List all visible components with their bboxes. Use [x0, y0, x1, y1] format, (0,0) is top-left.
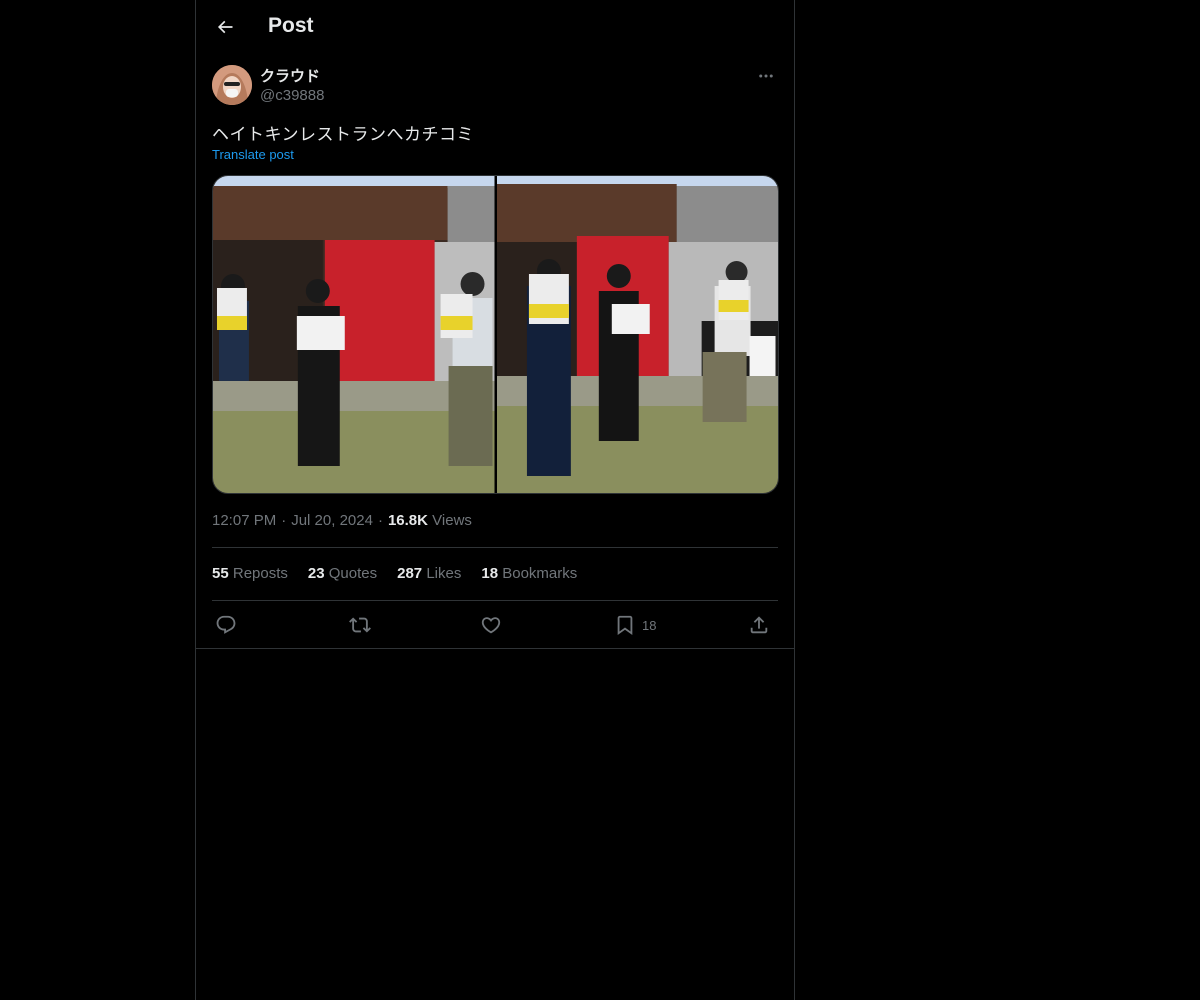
post-author: クラウド @c39888	[212, 64, 778, 108]
share-icon	[750, 616, 768, 634]
bookmark-count: 18	[642, 617, 657, 633]
heart-icon	[481, 617, 501, 634]
divider	[212, 547, 778, 548]
more-options-button[interactable]	[754, 64, 778, 88]
post-date[interactable]: Jul 20, 2024	[291, 512, 373, 529]
reply-button[interactable]	[215, 613, 237, 637]
like-button[interactable]	[480, 613, 502, 637]
back-button[interactable]	[209, 11, 241, 43]
photo-left[interactable]	[213, 176, 495, 493]
stat-label: Bookmarks	[502, 565, 578, 582]
bookmark-icon	[617, 615, 633, 636]
translate-post-link[interactable]: Translate post	[212, 147, 294, 162]
stat-number: 55	[212, 565, 229, 582]
stat-number: 287	[397, 565, 423, 582]
arrow-left-icon	[217, 20, 233, 34]
separator-dot: ·	[281, 512, 287, 529]
repost-button[interactable]	[349, 613, 371, 637]
stat-number: 18	[481, 565, 499, 582]
separator-dot: ·	[377, 512, 383, 529]
views-label: Views	[432, 512, 472, 529]
stat-likes[interactable]: 287 Likes	[397, 565, 461, 585]
action-bar: 18	[212, 610, 778, 640]
main-column: Post クラウド @c39888 ヘイトキンレストランへカチコミ Transl…	[195, 0, 795, 1000]
stat-bookmarks[interactable]: 18 Bookmarks	[481, 565, 577, 585]
stat-label: Reposts	[232, 565, 288, 582]
post-meta: 12:07 PM · Jul 20, 2024 · 16.8K Views	[212, 512, 472, 529]
views-count: 16.8K	[387, 512, 428, 529]
post-time[interactable]: 12:07 PM	[212, 512, 276, 529]
post-text: ヘイトキンレストランへカチコミ	[212, 125, 474, 144]
page-title: Post	[268, 14, 314, 37]
stat-quotes[interactable]: 23 Quotes	[308, 565, 377, 585]
avatar[interactable]	[212, 65, 252, 105]
repost-icon	[349, 617, 371, 633]
author-handle[interactable]: @c39888	[260, 87, 324, 104]
post-bottom-border	[196, 648, 794, 649]
engagement-stats: 55 Reposts 23 Quotes 287 Likes 18 Bookma…	[212, 565, 577, 585]
post-media[interactable]	[212, 175, 779, 494]
share-button[interactable]	[748, 613, 770, 637]
photo-right[interactable]	[496, 176, 779, 493]
stat-label: Likes	[426, 565, 462, 582]
header: Post	[196, 0, 794, 54]
reply-icon	[216, 615, 236, 634]
stat-reposts[interactable]: 55 Reposts	[212, 565, 288, 585]
author-display-name[interactable]: クラウド	[260, 65, 320, 86]
more-horizontal-icon	[759, 74, 773, 78]
bookmark-button[interactable]: 18	[614, 613, 656, 637]
stat-number: 23	[307, 565, 325, 582]
stat-label: Quotes	[328, 565, 378, 582]
divider	[212, 600, 778, 601]
